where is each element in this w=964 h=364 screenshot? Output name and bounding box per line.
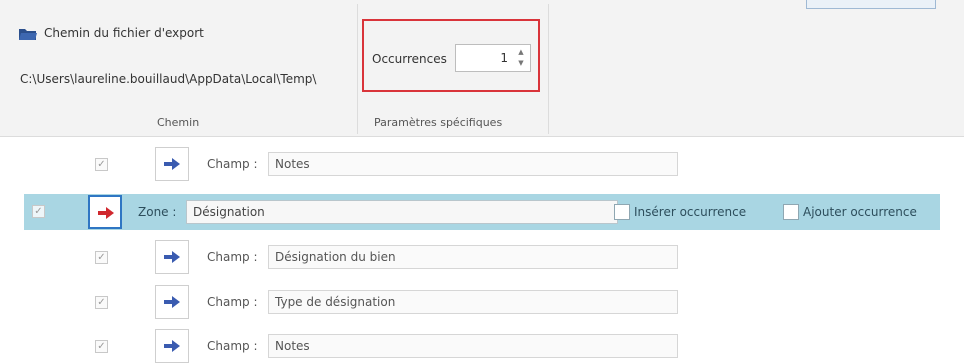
occurrences-value: 1 <box>500 51 508 65</box>
list-item: ✓ Champ : Désignation du bien <box>0 239 964 275</box>
map-arrow-button[interactable] <box>155 329 189 363</box>
row-checkbox[interactable]: ✓ <box>95 158 108 171</box>
group-label-chemin: Chemin <box>157 116 200 129</box>
list-item: ✓ Champ : Notes <box>0 328 964 364</box>
arrow-right-icon <box>164 296 180 308</box>
arrow-right-icon <box>98 207 114 219</box>
export-path-label: Chemin du fichier d'export <box>44 26 204 40</box>
row-checkbox[interactable]: ✓ <box>95 340 108 353</box>
arrow-right-icon <box>164 251 180 263</box>
field-value[interactable]: Type de désignation <box>268 290 678 314</box>
add-occurrence-checkbox[interactable] <box>783 204 799 220</box>
map-arrow-button[interactable] <box>88 195 122 229</box>
stepper-down-icon[interactable]: ▼ <box>515 58 527 69</box>
arrow-right-icon <box>164 340 180 352</box>
field-type-label: Zone : <box>138 205 177 219</box>
list-item: ✓ Champ : Type de désignation <box>0 284 964 320</box>
export-path-value[interactable]: C:\Users\laureline.bouillaud\AppData\Loc… <box>20 72 316 86</box>
ribbon: Chemin du fichier d'export C:\Users\laur… <box>0 0 964 137</box>
map-arrow-button[interactable] <box>155 240 189 274</box>
stepper-up-icon[interactable]: ▲ <box>515 47 527 58</box>
field-value[interactable]: Désignation du bien <box>268 245 678 269</box>
folder-icon <box>19 29 37 40</box>
ribbon-separator <box>357 4 358 134</box>
insert-occurrence-checkbox[interactable] <box>614 204 630 220</box>
row-checkbox[interactable]: ✓ <box>95 296 108 309</box>
row-checkbox[interactable]: ✓ <box>95 251 108 264</box>
field-type-label: Champ : <box>207 339 258 353</box>
list-item: ✓ Champ : Notes <box>0 146 964 182</box>
field-value[interactable]: Désignation <box>186 200 618 224</box>
arrow-right-icon <box>164 158 180 170</box>
occurrences-stepper[interactable]: 1 ▲ ▼ <box>455 44 531 72</box>
insert-occurrence-label: Insérer occurrence <box>634 205 747 219</box>
field-type-label: Champ : <box>207 295 258 309</box>
field-type-label: Champ : <box>207 250 258 264</box>
row-checkbox[interactable]: ✓ <box>32 205 45 218</box>
field-type-label: Champ : <box>207 157 258 171</box>
list-item-selected: ✓ Zone : Désignation Insérer occurrence … <box>24 194 940 230</box>
map-arrow-button[interactable] <box>155 147 189 181</box>
field-value[interactable]: Notes <box>268 334 678 358</box>
add-occurrence-label: Ajouter occurrence <box>803 205 917 219</box>
ribbon-top-button[interactable] <box>806 0 936 9</box>
map-arrow-button[interactable] <box>155 285 189 319</box>
occurrences-label: Occurrences <box>372 52 447 66</box>
ribbon-separator <box>548 4 549 134</box>
field-value[interactable]: Notes <box>268 152 678 176</box>
group-label-parametres: Paramètres spécifiques <box>374 116 503 129</box>
